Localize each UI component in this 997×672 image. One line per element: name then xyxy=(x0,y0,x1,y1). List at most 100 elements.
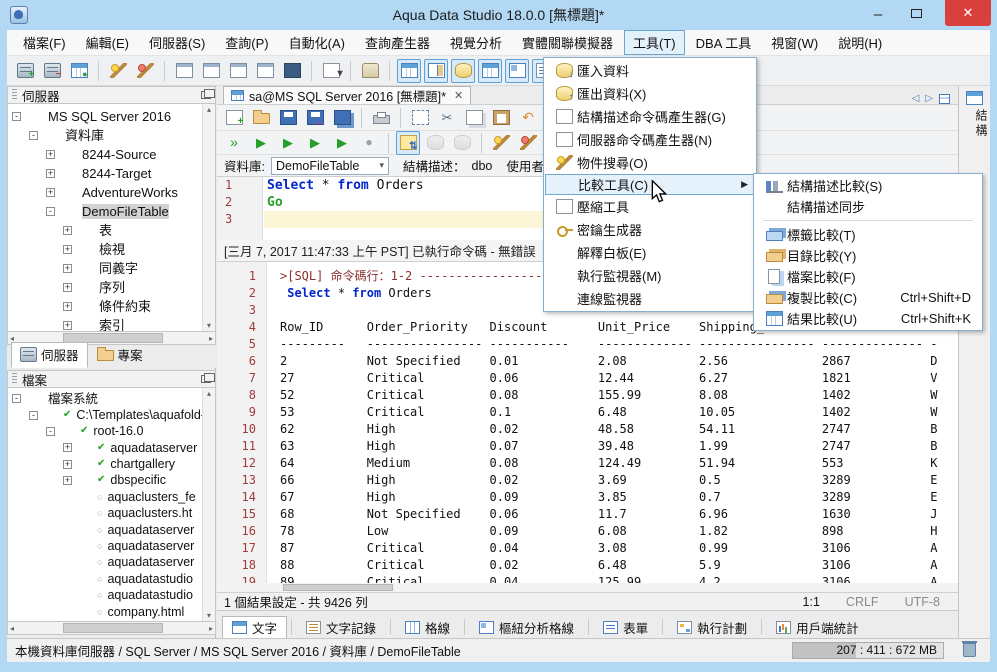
save-button[interactable] xyxy=(276,106,300,130)
table-view-button[interactable] xyxy=(478,58,502,83)
tree-node[interactable]: +8244-Source xyxy=(8,144,215,163)
tree-node[interactable]: ○ company.html xyxy=(8,603,215,619)
undo-button[interactable]: ↶ xyxy=(516,106,540,130)
menu-item[interactable]: 結構描述同步 xyxy=(755,196,981,217)
schema-browser-button[interactable] xyxy=(397,58,421,83)
float-panel-icon[interactable] xyxy=(201,89,215,99)
copy-button[interactable] xyxy=(462,106,486,130)
tree-node[interactable]: ○ aquadataserver xyxy=(8,538,215,554)
expand-box-icon[interactable]: + xyxy=(63,321,72,331)
sidebar-tab-projects[interactable]: 專案 xyxy=(88,342,152,368)
expand-box-icon[interactable]: + xyxy=(46,188,55,198)
tree-node[interactable]: + 序列 xyxy=(8,277,215,296)
results-tab[interactable]: 用戶端統計 xyxy=(766,616,869,638)
expand-box-icon[interactable]: + xyxy=(63,459,72,469)
collapse-box-icon[interactable]: - xyxy=(12,112,21,122)
expand-box-icon[interactable]: + xyxy=(63,226,72,236)
execute-button[interactable]: ▶ xyxy=(249,131,273,155)
sidebar-tab-servers[interactable]: 伺服器 xyxy=(11,342,88,368)
scroll-right-icon[interactable]: ▸ xyxy=(209,334,213,343)
tree-node[interactable]: - 資料庫 xyxy=(8,125,215,144)
menu-item[interactable]: 執行監視器(M) xyxy=(545,264,755,287)
menubar-item[interactable]: 視窗(W) xyxy=(762,30,827,55)
document-menu-button[interactable]: ▾ xyxy=(319,59,343,83)
pivot-view-button[interactable] xyxy=(505,58,529,83)
disconnect-tool-button[interactable] xyxy=(133,59,157,83)
tree-node[interactable]: ○ aquadataserver xyxy=(8,554,215,570)
windows-button[interactable] xyxy=(280,59,304,83)
execute-grid-button[interactable]: ▶ xyxy=(330,131,354,155)
close-button[interactable]: ✕ xyxy=(945,0,991,26)
table-data-button[interactable]: ● xyxy=(67,59,91,83)
paste-button[interactable] xyxy=(489,106,513,130)
memory-gauge[interactable]: 207 : 411 : 672 MB xyxy=(792,642,944,659)
schema-browser-icon[interactable] xyxy=(966,91,983,105)
menubar-item[interactable]: 伺服器(S) xyxy=(140,30,214,55)
script-button[interactable] xyxy=(358,59,382,83)
expand-box-icon[interactable]: + xyxy=(63,264,72,274)
register-server-button[interactable]: + xyxy=(13,59,37,83)
tab-prev-icon[interactable]: ◁ xyxy=(912,93,920,104)
float-panel-icon[interactable] xyxy=(201,373,215,383)
tree-node[interactable]: + AdventureWorks xyxy=(8,182,215,201)
query-builder-button[interactable] xyxy=(226,59,250,83)
menu-item[interactable]: 結果比較(U) Ctrl+Shift+K xyxy=(755,308,981,329)
execute-script-button[interactable]: » xyxy=(222,131,246,155)
execute-export-button[interactable]: ▶ xyxy=(303,131,327,155)
trash-icon[interactable] xyxy=(962,641,977,657)
menubar-item[interactable]: 視覺分析 xyxy=(441,30,511,55)
dock-tab-schema[interactable]: 結構 xyxy=(959,109,990,139)
print-button[interactable] xyxy=(369,106,393,130)
tree-node[interactable]: - 檔案系統 xyxy=(8,390,215,406)
collapse-box-icon[interactable]: - xyxy=(46,207,55,217)
connect-tool-button[interactable] xyxy=(106,59,130,83)
collapse-box-icon[interactable]: - xyxy=(12,394,21,404)
query-window-button[interactable] xyxy=(172,59,196,83)
menubar-item[interactable]: 編輯(E) xyxy=(77,30,138,55)
expand-box-icon[interactable]: + xyxy=(63,476,72,486)
tree-node[interactable]: - ✔ root-16.0 xyxy=(8,423,215,439)
results-tab[interactable]: 文字記錄 xyxy=(296,616,386,638)
auto-commit-button[interactable]: ⇅ xyxy=(396,130,420,155)
menu-item[interactable]: 伺服器命令碼產生器(N) xyxy=(545,128,755,151)
tree-node[interactable]: - ✔ C:\Templates\aquafold- xyxy=(8,406,215,422)
collapse-box-icon[interactable]: - xyxy=(46,426,55,436)
execute-edit-button[interactable]: ▶ xyxy=(276,131,300,155)
tree-node[interactable]: + ✔ aquadataserver xyxy=(8,439,215,455)
expand-box-icon[interactable]: + xyxy=(63,443,72,453)
results-tab[interactable]: 執行計劃 xyxy=(667,616,757,638)
tree-node[interactable]: ○ aquadatastudio xyxy=(8,587,215,603)
collapse-box-icon[interactable]: - xyxy=(29,410,38,420)
files-hscrollbar[interactable]: ◂ ▸ xyxy=(7,622,216,635)
menu-item[interactable]: 密鑰生成器 xyxy=(545,218,755,241)
format-sql-button[interactable] xyxy=(489,131,513,155)
menu-item[interactable]: ↑ 匯出資料(X) xyxy=(545,82,755,105)
expand-box-icon[interactable]: + xyxy=(63,302,72,312)
menubar-item[interactable]: 查詢(P) xyxy=(216,30,277,55)
menubar-item[interactable]: 工具(T) xyxy=(624,30,685,55)
expand-box-icon[interactable]: + xyxy=(63,283,72,293)
database-combo[interactable]: DemoFileTable ▾ xyxy=(270,156,389,175)
panel-grip[interactable] xyxy=(12,373,17,385)
menubar-item[interactable]: DBA 工具 xyxy=(687,30,761,55)
query-analyzer-button[interactable] xyxy=(199,59,223,83)
frame-view-button[interactable] xyxy=(424,58,448,83)
results-tab[interactable]: 樞紐分析格線 xyxy=(469,616,584,638)
menu-item[interactable]: 目錄比較(Y) xyxy=(755,245,981,266)
results-tab[interactable]: 格線 xyxy=(395,616,460,638)
scroll-left-icon[interactable]: ◂ xyxy=(10,624,14,633)
menu-item[interactable]: 結構描述比較(S) xyxy=(755,175,981,196)
panel-grip[interactable] xyxy=(12,89,17,101)
rollback-button[interactable] xyxy=(450,131,474,155)
expand-box-icon[interactable]: + xyxy=(46,150,55,160)
menu-item[interactable]: 複製比較(C) Ctrl+Shift+D xyxy=(755,287,981,308)
tree-node[interactable]: +8244-Target xyxy=(8,163,215,182)
tree-node[interactable]: - DemoFileTable xyxy=(8,201,215,220)
tree-node[interactable]: + ✔ dbspecific xyxy=(8,472,215,488)
menu-item[interactable]: 物件搜尋(O) xyxy=(545,151,755,174)
close-tab-icon[interactable]: ✕ xyxy=(454,89,463,102)
results-tab[interactable]: 文字 xyxy=(222,616,288,638)
tree-node[interactable]: + 表 xyxy=(8,220,215,239)
open-file-button[interactable] xyxy=(249,106,273,130)
tree-node[interactable]: + 索引 xyxy=(8,315,215,331)
